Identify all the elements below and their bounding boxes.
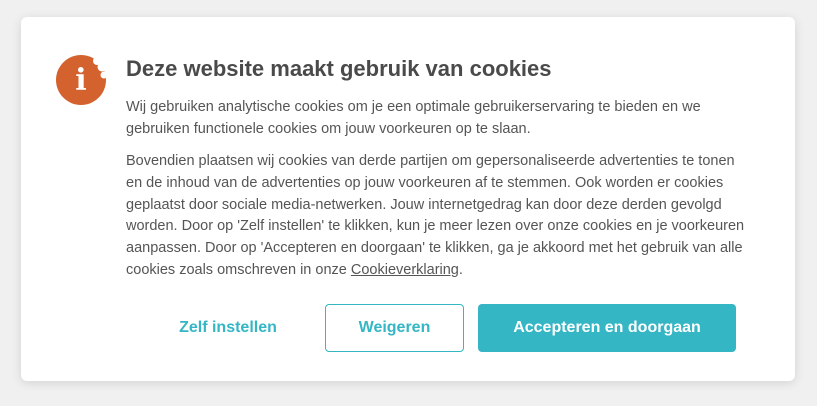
dialog-title: Deze website maakt gebruik van cookies bbox=[126, 56, 552, 81]
info-cookie-icon: i bbox=[56, 55, 106, 105]
cookie-consent-dialog: i Deze website maakt gebruik van cookies… bbox=[21, 17, 795, 381]
customize-settings-button[interactable]: Zelf instellen bbox=[146, 304, 310, 352]
details-end: . bbox=[458, 261, 463, 278]
intro-paragraph: Wij gebruiken analytische cookies om je … bbox=[126, 99, 701, 137]
cookie-statement-link[interactable]: Cookieverklaring bbox=[351, 262, 459, 278]
details-text: Bovendien plaatsen wij cookies van derde… bbox=[126, 153, 745, 278]
refuse-button[interactable]: Weigeren bbox=[325, 304, 464, 352]
details-paragraph: Bovendien plaatsen wij cookies van derde… bbox=[126, 151, 754, 282]
info-glyph: i bbox=[75, 63, 86, 98]
accept-and-continue-button[interactable]: Accepteren en doorgaan bbox=[478, 304, 736, 352]
